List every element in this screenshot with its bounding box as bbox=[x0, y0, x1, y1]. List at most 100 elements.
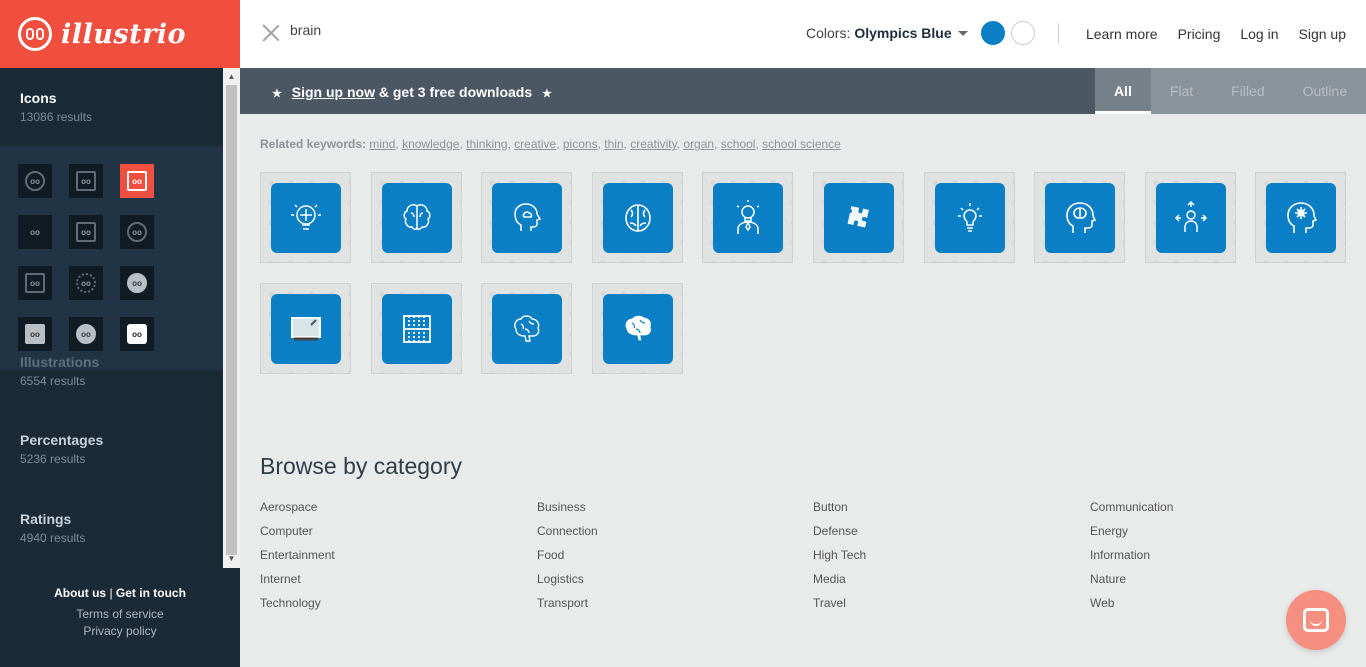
sidebar-item-illustrations[interactable]: Illustrations 6554 results bbox=[0, 354, 99, 388]
result-card[interactable] bbox=[260, 283, 351, 374]
clear-search-icon[interactable] bbox=[262, 24, 280, 42]
contact-link[interactable]: Get in touch bbox=[116, 586, 186, 600]
promo-signup-link[interactable]: Sign up now bbox=[292, 84, 375, 100]
sidebar-item-icons[interactable]: Icons 13086 results bbox=[0, 90, 92, 124]
keyword-link[interactable]: creative bbox=[514, 137, 556, 151]
category-column: Communication Energy Information Nature … bbox=[1090, 495, 1173, 615]
result-card[interactable] bbox=[481, 172, 572, 263]
chat-icon bbox=[1303, 608, 1329, 632]
style-thumb-icon[interactable]: oo bbox=[69, 266, 103, 300]
brain-icon bbox=[624, 203, 651, 232]
sidebar: illustrio Icons 13086 results oo oo oo o… bbox=[0, 0, 240, 667]
privacy-link[interactable]: Privacy policy bbox=[0, 623, 240, 640]
category-link[interactable]: Connection bbox=[537, 519, 598, 543]
category-link[interactable]: Nature bbox=[1090, 567, 1173, 591]
pricing-link[interactable]: Pricing bbox=[1178, 26, 1221, 42]
white-swatch[interactable] bbox=[1011, 21, 1035, 45]
style-thumb-icon[interactable]: oo bbox=[120, 164, 154, 198]
chat-button[interactable] bbox=[1286, 590, 1346, 650]
brain-sketch-icon bbox=[513, 314, 539, 342]
category-link[interactable]: Technology bbox=[260, 591, 335, 615]
login-link[interactable]: Log in bbox=[1240, 26, 1278, 42]
result-card[interactable] bbox=[371, 283, 462, 374]
blue-swatch[interactable] bbox=[981, 21, 1005, 45]
result-card[interactable] bbox=[1034, 172, 1125, 263]
category-link[interactable]: Internet bbox=[260, 567, 335, 591]
sidebar-scrollbar[interactable]: ▲ ▼ bbox=[223, 68, 240, 568]
signup-link[interactable]: Sign up bbox=[1299, 26, 1346, 42]
category-link[interactable]: Entertainment bbox=[260, 543, 335, 567]
sidebar-item-ratings[interactable]: Ratings 4940 results bbox=[0, 511, 85, 545]
lightbulb-brain-icon bbox=[290, 203, 321, 230]
category-link[interactable]: Button bbox=[813, 495, 866, 519]
result-card[interactable] bbox=[592, 283, 683, 374]
category-link[interactable]: Food bbox=[537, 543, 598, 567]
person-arrows-icon bbox=[1174, 200, 1207, 232]
category-link[interactable]: Business bbox=[537, 495, 598, 519]
category-link[interactable]: Logistics bbox=[537, 567, 598, 591]
tab-filled[interactable]: Filled bbox=[1212, 68, 1283, 114]
keyword-link[interactable]: mind bbox=[369, 137, 395, 151]
scroll-down-icon[interactable]: ▼ bbox=[223, 552, 240, 566]
keyword-link[interactable]: thinking bbox=[466, 137, 507, 151]
logo[interactable]: illustrio bbox=[0, 0, 240, 68]
style-thumb-icon[interactable]: oo bbox=[120, 317, 154, 351]
style-thumb-icon[interactable]: oo bbox=[18, 215, 52, 249]
category-link[interactable]: Defense bbox=[813, 519, 866, 543]
category-link[interactable]: Transport bbox=[537, 591, 598, 615]
style-thumb-icon[interactable]: oo bbox=[69, 164, 103, 198]
style-thumb-icon[interactable]: oo bbox=[120, 266, 154, 300]
style-thumb-icon[interactable]: oo bbox=[18, 266, 52, 300]
category-link[interactable]: Information bbox=[1090, 543, 1173, 567]
keyword-link[interactable]: school science bbox=[762, 137, 841, 151]
category-link[interactable]: Travel bbox=[813, 591, 866, 615]
result-card[interactable] bbox=[924, 172, 1015, 263]
keyword-link[interactable]: picons bbox=[563, 137, 598, 151]
category-link[interactable]: Aerospace bbox=[260, 495, 335, 519]
result-card[interactable] bbox=[592, 172, 683, 263]
color-picker[interactable]: Colors: Olympics Blue bbox=[806, 25, 968, 41]
about-link[interactable]: About us bbox=[54, 586, 106, 600]
style-thumb-icon[interactable]: oo bbox=[69, 317, 103, 351]
category-link[interactable]: Communication bbox=[1090, 495, 1173, 519]
keyword-link[interactable]: school bbox=[721, 137, 756, 151]
learn-more-link[interactable]: Learn more bbox=[1086, 26, 1158, 42]
result-card[interactable] bbox=[481, 283, 572, 374]
tab-outline[interactable]: Outline bbox=[1284, 68, 1366, 114]
style-thumb-icon[interactable]: oo bbox=[120, 215, 154, 249]
category-link[interactable]: Computer bbox=[260, 519, 335, 543]
tab-flat[interactable]: Flat bbox=[1151, 68, 1212, 114]
sidebar-item-count: 5236 results bbox=[20, 452, 86, 466]
scroll-up-icon[interactable]: ▲ bbox=[223, 70, 240, 84]
search-input[interactable] bbox=[290, 22, 590, 38]
keyword-link[interactable]: organ bbox=[683, 137, 714, 151]
color-label: Colors: bbox=[806, 25, 851, 41]
keyword-link[interactable]: knowledge bbox=[402, 137, 459, 151]
browse-title: Browse by category bbox=[260, 453, 462, 479]
puzzle-pieces-icon bbox=[847, 205, 869, 227]
category-column: Button Defense High Tech Media Travel bbox=[813, 495, 866, 615]
sidebar-item-count: 13086 results bbox=[20, 110, 93, 124]
category-link[interactable]: Media bbox=[813, 567, 866, 591]
abacus-icon bbox=[402, 314, 431, 343]
tab-all[interactable]: All bbox=[1094, 68, 1151, 114]
result-card[interactable] bbox=[1255, 172, 1346, 263]
result-card[interactable] bbox=[371, 172, 462, 263]
result-card[interactable] bbox=[813, 172, 904, 263]
style-thumb-icon[interactable]: oo bbox=[69, 215, 103, 249]
scrollbar-thumb[interactable] bbox=[226, 85, 237, 555]
category-link[interactable]: Web bbox=[1090, 591, 1173, 615]
person-idea-icon bbox=[736, 199, 759, 234]
style-thumb-icon[interactable]: oo bbox=[18, 164, 52, 198]
keyword-link[interactable]: thin bbox=[604, 137, 623, 151]
result-card[interactable] bbox=[1145, 172, 1236, 263]
category-link[interactable]: High Tech bbox=[813, 543, 866, 567]
result-card[interactable] bbox=[260, 172, 351, 263]
style-thumb-icon[interactable]: oo bbox=[18, 317, 52, 351]
keyword-link[interactable]: creativity bbox=[630, 137, 676, 151]
logo-text: illustrio bbox=[61, 18, 187, 50]
category-link[interactable]: Energy bbox=[1090, 519, 1173, 543]
terms-link[interactable]: Terms of service bbox=[0, 606, 240, 623]
result-card[interactable] bbox=[702, 172, 793, 263]
sidebar-item-percentages[interactable]: Percentages 5236 results bbox=[0, 432, 103, 466]
